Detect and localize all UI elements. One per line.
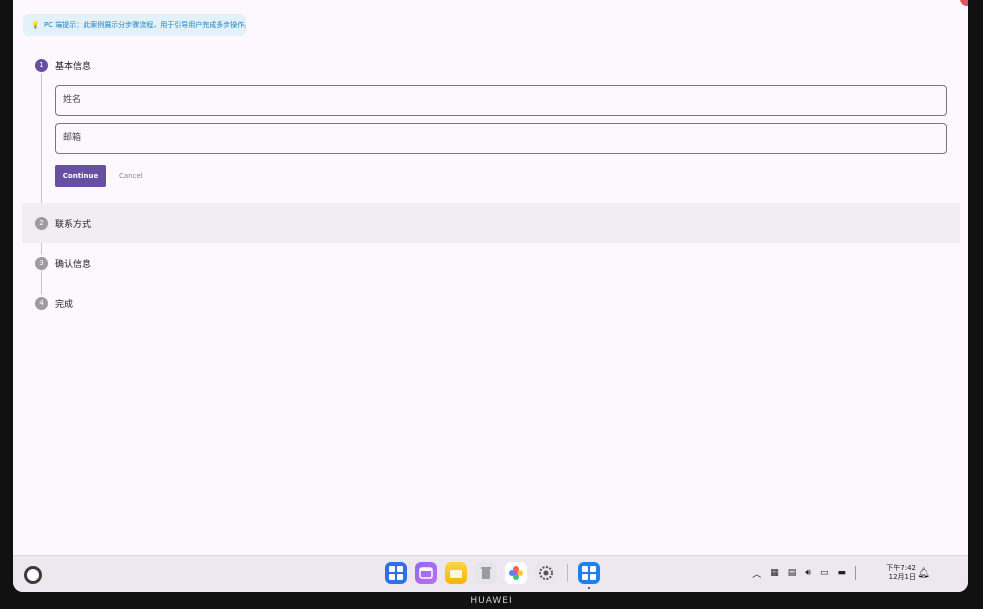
system-tray: ︿ ▦ ▤ 🔊︎ ▭ ▬: [752, 566, 856, 580]
step-1-number: 1: [35, 58, 48, 72]
multiwindow-app-icon[interactable]: [415, 562, 437, 584]
device-bezel: 💡 PC 端提示：此案例展示分步骤流程，用于引导用户完成多步操作。 1 基本信息…: [0, 0, 983, 609]
step-2-title: 联系方式: [55, 219, 92, 230]
step-3-number: 3: [35, 256, 48, 270]
settings-gear-icon[interactable]: [535, 562, 557, 584]
dock: [385, 562, 600, 589]
clock-date: 12月1日: [888, 573, 916, 581]
app-screen: 💡 PC 端提示：此案例展示分步骤流程，用于引导用户完成多步操作。 1 基本信息…: [13, 0, 968, 592]
tip-text: PC 端提示：此案例展示分步骤流程，用于引导用户完成多步操作。: [43, 21, 246, 29]
active-indicator: [588, 587, 590, 589]
lightbulb-icon: 💡: [31, 21, 40, 29]
chevron-up-icon[interactable]: ︿: [752, 567, 761, 580]
cancel-button[interactable]: Cancel: [119, 165, 143, 187]
step-2-number: 2: [35, 216, 48, 230]
tray-separator: [855, 566, 856, 580]
display-icon[interactable]: ▭: [820, 568, 829, 578]
trash-icon[interactable]: [475, 562, 497, 584]
notification-bell-icon[interactable]: 🔔︎: [917, 568, 930, 579]
step-4-number: 4: [35, 296, 48, 310]
step-4-title: 完成: [55, 299, 74, 310]
app-grid-icon[interactable]: [385, 562, 407, 584]
step-connector: [41, 73, 42, 208]
step-3-title: 确认信息: [55, 259, 92, 270]
keyboard-icon[interactable]: ▦: [770, 568, 779, 578]
pc-tip-banner: 💡 PC 端提示：此案例展示分步骤流程，用于引导用户完成多步操作。: [23, 14, 246, 36]
clipboard-icon[interactable]: ▤: [788, 568, 797, 578]
step-1-title: 基本信息: [55, 61, 92, 72]
gallery-icon[interactable]: [505, 562, 527, 584]
step-1-header[interactable]: 1 基本信息: [22, 45, 960, 85]
active-app-icon[interactable]: [578, 562, 600, 589]
start-button[interactable]: [24, 566, 42, 584]
continue-button[interactable]: Continue: [55, 165, 106, 187]
volume-icon[interactable]: 🔊︎: [805, 568, 811, 578]
battery-icon[interactable]: ▬: [837, 568, 846, 578]
device-brand-label: HUAWEI: [470, 596, 513, 606]
name-field[interactable]: 姓名: [55, 85, 947, 116]
taskbar: ︿ ▦ ▤ 🔊︎ ▭ ▬ 下午7:42 12月1日 🔔︎: [13, 555, 968, 592]
dock-separator: [567, 564, 568, 582]
folder-app-icon[interactable]: [445, 562, 467, 584]
clock[interactable]: 下午7:42 12月1日: [886, 564, 916, 582]
email-field[interactable]: 邮箱: [55, 123, 947, 154]
step-4-header[interactable]: 4 完成: [22, 283, 960, 323]
clock-time: 下午7:42: [886, 564, 916, 572]
step-2-header[interactable]: 2 联系方式: [22, 203, 960, 243]
step-3-header[interactable]: 3 确认信息: [22, 243, 960, 283]
window-corner-indicator: [960, 0, 968, 6]
